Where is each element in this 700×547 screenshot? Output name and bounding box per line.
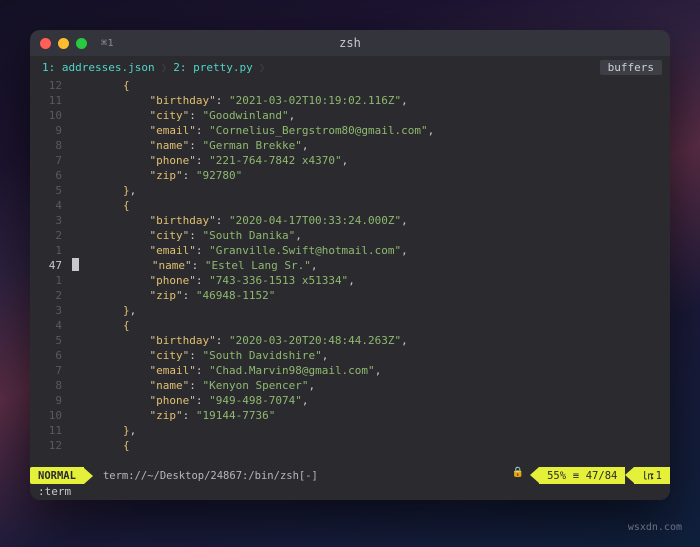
code-line: "birthday": "2020-04-17T00:33:24.000Z", — [70, 213, 670, 228]
line-number: 4 — [30, 198, 64, 213]
code-line: "name": "Kenyon Spencer", — [70, 378, 670, 393]
terminal-window: ⌘1 zsh 1: addresses.json ❯ 2: pretty.py … — [30, 30, 670, 500]
cursor-column: ㏑:1 — [634, 467, 670, 484]
code-line: "name": "German Brekke", — [70, 138, 670, 153]
zoom-icon[interactable] — [76, 38, 87, 49]
status-line: NORMAL term://~/Desktop/24867:/bin/zsh[-… — [30, 467, 670, 484]
chevron-right-icon: ❯ — [259, 61, 266, 74]
buffer-name: term://~/Desktop/24867:/bin/zsh[-] — [93, 467, 326, 484]
separator-icon — [530, 467, 539, 483]
code-area[interactable]: { "birthday": "2021-03-02T10:19:02.116Z"… — [70, 78, 670, 467]
code-line: }, — [70, 303, 670, 318]
code-line: "zip": "92780" — [70, 168, 670, 183]
line-number: 4 — [30, 318, 64, 333]
code-line: "birthday": "2021-03-02T10:19:02.116Z", — [70, 93, 670, 108]
line-number: 10 — [30, 108, 64, 123]
line-number: 8 — [30, 378, 64, 393]
window-titlebar[interactable]: ⌘1 zsh — [30, 30, 670, 56]
line-number: 5 — [30, 333, 64, 348]
window-controls — [40, 38, 87, 49]
line-number: 1 — [30, 273, 64, 288]
lock-icon: 🔒 — [512, 467, 524, 484]
watermark: wsxdn.com — [628, 522, 682, 533]
code-line: "zip": "19144-7736" — [70, 408, 670, 423]
code-line: "zip": "46948-1152" — [70, 288, 670, 303]
code-line: "name": "Estel Lang Sr.", — [70, 258, 670, 273]
code-line: "city": "Goodwinland", — [70, 108, 670, 123]
window-title: zsh — [339, 36, 361, 50]
separator-icon — [84, 468, 93, 484]
line-number: 9 — [30, 123, 64, 138]
desktop-wallpaper: ⌘1 zsh 1: addresses.json ❯ 2: pretty.py … — [0, 0, 700, 547]
line-number: 2 — [30, 288, 64, 303]
line-number: 6 — [30, 168, 64, 183]
line-number: 3 — [30, 303, 64, 318]
line-number: 47 — [30, 258, 64, 273]
line-number: 7 — [30, 363, 64, 378]
line-number: 2 — [30, 228, 64, 243]
cursor — [72, 258, 79, 271]
mode-indicator: NORMAL — [30, 467, 84, 484]
code-line: "email": "Granville.Swift@hotmail.com", — [70, 243, 670, 258]
tab-addresses[interactable]: 1: addresses.json — [38, 61, 159, 74]
code-line: "phone": "743-336-1513 x51334", — [70, 273, 670, 288]
line-number: 6 — [30, 348, 64, 363]
code-line: { — [70, 318, 670, 333]
line-number: 7 — [30, 153, 64, 168]
editor-viewport[interactable]: 12111098765432147123456789101112 { "birt… — [30, 76, 670, 467]
code-line: { — [70, 438, 670, 453]
code-line: }, — [70, 183, 670, 198]
code-line: "email": "Chad.Marvin98@gmail.com", — [70, 363, 670, 378]
code-line: "phone": "949-498-7074", — [70, 393, 670, 408]
line-number: 12 — [30, 438, 64, 453]
tab-pretty[interactable]: 2: pretty.py — [169, 61, 256, 74]
line-number: 10 — [30, 408, 64, 423]
separator-icon — [625, 467, 634, 483]
line-number: 5 — [30, 183, 64, 198]
code-line: "birthday": "2020-03-20T20:48:44.263Z", — [70, 333, 670, 348]
code-line: "city": "South Davidshire", — [70, 348, 670, 363]
line-number-gutter: 12111098765432147123456789101112 — [30, 78, 70, 467]
line-number: 9 — [30, 393, 64, 408]
line-number: 11 — [30, 93, 64, 108]
minimize-icon[interactable] — [58, 38, 69, 49]
chevron-right-icon: ❯ — [161, 61, 168, 74]
line-number: 12 — [30, 78, 64, 93]
code-line: { — [70, 198, 670, 213]
buffer-tabline: 1: addresses.json ❯ 2: pretty.py ❯ buffe… — [30, 56, 670, 76]
line-number: 11 — [30, 423, 64, 438]
tab-shortcut-hint: ⌘1 — [101, 38, 114, 49]
code-line: "city": "South Danika", — [70, 228, 670, 243]
command-line[interactable]: :term — [30, 484, 670, 500]
code-line: }, — [70, 423, 670, 438]
code-line: "phone": "221-764-7842 x4370", — [70, 153, 670, 168]
line-number: 8 — [30, 138, 64, 153]
close-icon[interactable] — [40, 38, 51, 49]
line-number: 1 — [30, 243, 64, 258]
code-line: { — [70, 78, 670, 93]
scroll-percent: 55% ≡ 47/84 — [539, 467, 625, 484]
buffers-button[interactable]: buffers — [600, 60, 662, 75]
code-line: "email": "Cornelius_Bergstrom80@gmail.co… — [70, 123, 670, 138]
line-number: 3 — [30, 213, 64, 228]
